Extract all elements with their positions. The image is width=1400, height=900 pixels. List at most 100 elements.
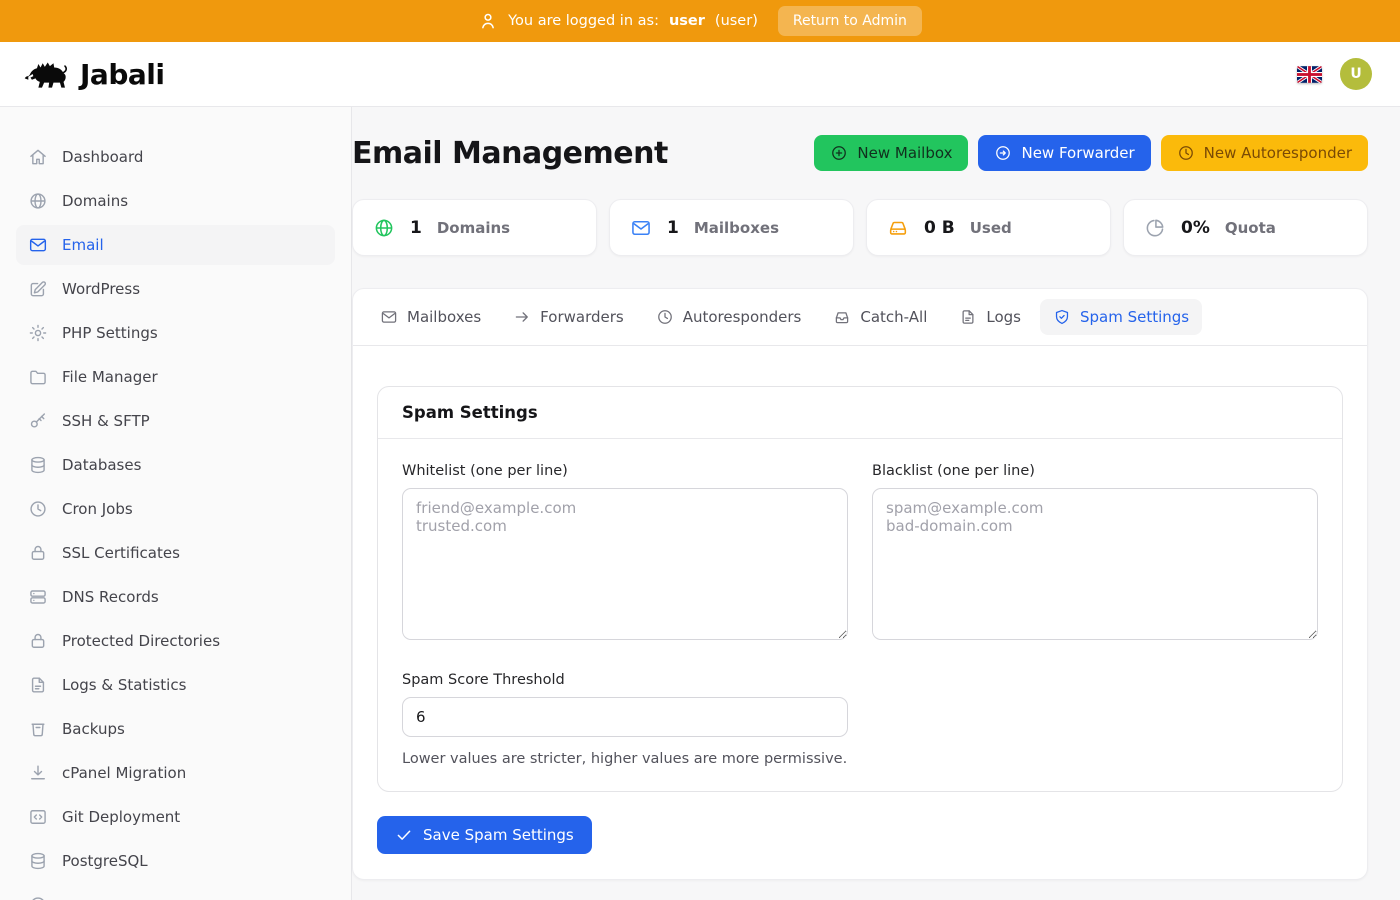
sidebar-item-logs-statistics[interactable]: Logs & Statistics <box>16 665 335 705</box>
tab-label: Catch-All <box>860 308 927 326</box>
stat-card-quota: 0%Quota <box>1123 199 1368 256</box>
pie-chart-icon <box>1144 217 1166 239</box>
arrow-right-icon <box>513 308 531 326</box>
page-actions: New Mailbox New Forwarder New Autoresponde… <box>814 135 1368 171</box>
tab-forwarders[interactable]: Forwarders <box>500 299 637 335</box>
file-text-icon <box>959 308 977 326</box>
arrow-right-circle-icon <box>994 144 1012 162</box>
stats-row: 1 Domains 1 Mailboxes 0 B Used 0%Quota <box>352 199 1368 256</box>
new-forwarder-button[interactable]: New Forwarder <box>978 135 1150 171</box>
sidebar-item-circle[interactable] <box>16 885 335 900</box>
sidebar-item-label: Git Deployment <box>62 808 180 826</box>
sidebar-item-git-deployment[interactable]: Git Deployment <box>16 797 335 837</box>
sidebar-item-label: PostgreSQL <box>62 852 148 870</box>
tab-catch-all[interactable]: Catch-All <box>820 299 940 335</box>
globe-icon <box>28 191 48 211</box>
sidebar-item-protected-directories[interactable]: Protected Directories <box>16 621 335 661</box>
sidebar-item-php-settings[interactable]: PHP Settings <box>16 313 335 353</box>
stat-value: 0% <box>1181 218 1210 238</box>
clock-icon <box>28 499 48 519</box>
email-tabs: Mailboxes Forwarders Autoresponders Catch-A… <box>353 289 1367 346</box>
sidebar-item-label: Domains <box>62 192 128 210</box>
sidebar-item-cron-jobs[interactable]: Cron Jobs <box>16 489 335 529</box>
sidebar-item-ssh-sftp[interactable]: SSH & SFTP <box>16 401 335 441</box>
circle-icon <box>28 895 48 900</box>
new-mailbox-button[interactable]: New Mailbox <box>814 135 968 171</box>
sidebar-item-cpanel-migration[interactable]: cPanel Migration <box>16 753 335 793</box>
sidebar-item-label: SSL Certificates <box>62 544 180 562</box>
blacklist-field-group: Blacklist (one per line) <box>872 463 1318 644</box>
stat-value: 0 B <box>924 218 955 238</box>
sidebar-item-label: SSH & SFTP <box>62 412 150 430</box>
edit-icon <box>28 279 48 299</box>
globe-icon <box>373 217 395 239</box>
sidebar-item-dns-records[interactable]: DNS Records <box>16 577 335 617</box>
key-icon <box>28 411 48 431</box>
clock-icon <box>656 308 674 326</box>
sidebar-item-label: Backups <box>62 720 125 738</box>
stat-label: Mailboxes <box>694 219 779 237</box>
page-title: Email Management <box>352 136 668 171</box>
threshold-input[interactable] <box>402 697 848 737</box>
sidebar-item-databases[interactable]: Databases <box>16 445 335 485</box>
sidebar-item-postgresql[interactable]: PostgreSQL <box>16 841 335 881</box>
sidebar-item-file-manager[interactable]: File Manager <box>16 357 335 397</box>
stat-label: Used <box>970 219 1012 237</box>
tab-autoresponders[interactable]: Autoresponders <box>643 299 815 335</box>
plus-circle-icon <box>830 144 848 162</box>
sidebar-item-label: Protected Directories <box>62 632 220 650</box>
action-button-label: New Forwarder <box>1021 144 1134 162</box>
blacklist-textarea[interactable] <box>872 488 1318 640</box>
home-icon <box>28 147 48 167</box>
return-to-admin-button[interactable]: Return to Admin <box>778 6 922 36</box>
brand[interactable]: Jabali <box>24 56 164 92</box>
folder-icon <box>28 367 48 387</box>
sidebar-item-dashboard[interactable]: Dashboard <box>16 137 335 177</box>
tab-logs[interactable]: Logs <box>946 299 1034 335</box>
check-icon <box>395 826 413 844</box>
uk-flag-icon[interactable] <box>1297 66 1322 83</box>
sidebar-item-wordpress[interactable]: WordPress <box>16 269 335 309</box>
lock-icon <box>28 631 48 651</box>
stat-label: Domains <box>437 219 510 237</box>
threshold-field-group: Spam Score Threshold <box>402 672 848 737</box>
sidebar-item-label: Databases <box>62 456 141 474</box>
server-icon <box>28 587 48 607</box>
whitelist-field-group: Whitelist (one per line) <box>402 463 848 644</box>
tab-spam-settings[interactable]: Spam Settings <box>1040 299 1202 335</box>
stat-value: 1 <box>410 218 422 238</box>
archive-icon <box>28 719 48 739</box>
sidebar-item-label: Dashboard <box>62 148 143 166</box>
stat-card-mailboxes: 1 Mailboxes <box>609 199 854 256</box>
gear-icon <box>28 323 48 343</box>
stat-card-used: 0 B Used <box>866 199 1111 256</box>
sidebar-item-label: cPanel Migration <box>62 764 186 782</box>
app-header: Jabali U <box>0 42 1400 107</box>
stat-value: 1 <box>667 218 679 238</box>
sidebar-item-email[interactable]: Email <box>16 225 335 265</box>
new-autoresponder-button[interactable]: New Autoresponder <box>1161 135 1368 171</box>
stat-card-domains: 1 Domains <box>352 199 597 256</box>
tab-label: Spam Settings <box>1080 308 1189 326</box>
sidebar-item-backups[interactable]: Backups <box>16 709 335 749</box>
logged-in-role: (user) <box>715 13 758 29</box>
sidebar-item-label: Logs & Statistics <box>62 676 186 694</box>
sidebar-item-label: Email <box>62 236 104 254</box>
database-icon <box>28 851 48 871</box>
sidebar-item-label: WordPress <box>62 280 140 298</box>
sidebar-item-ssl-certificates[interactable]: SSL Certificates <box>16 533 335 573</box>
save-spam-settings-button[interactable]: Save Spam Settings <box>377 816 592 854</box>
logged-in-prefix: You are logged in as: <box>508 13 659 29</box>
hard-drive-icon <box>887 217 909 239</box>
sidebar-item-domains[interactable]: Domains <box>16 181 335 221</box>
action-button-label: New Autoresponder <box>1204 144 1352 162</box>
tab-mailboxes[interactable]: Mailboxes <box>367 299 494 335</box>
shield-check-icon <box>1053 308 1071 326</box>
blacklist-label: Blacklist (one per line) <box>872 463 1318 479</box>
tab-label: Forwarders <box>540 308 624 326</box>
whitelist-textarea[interactable] <box>402 488 848 640</box>
inbox-icon <box>833 308 851 326</box>
user-avatar[interactable]: U <box>1340 58 1372 90</box>
logged-in-username: user <box>669 13 705 29</box>
boar-logo-icon <box>24 56 70 92</box>
